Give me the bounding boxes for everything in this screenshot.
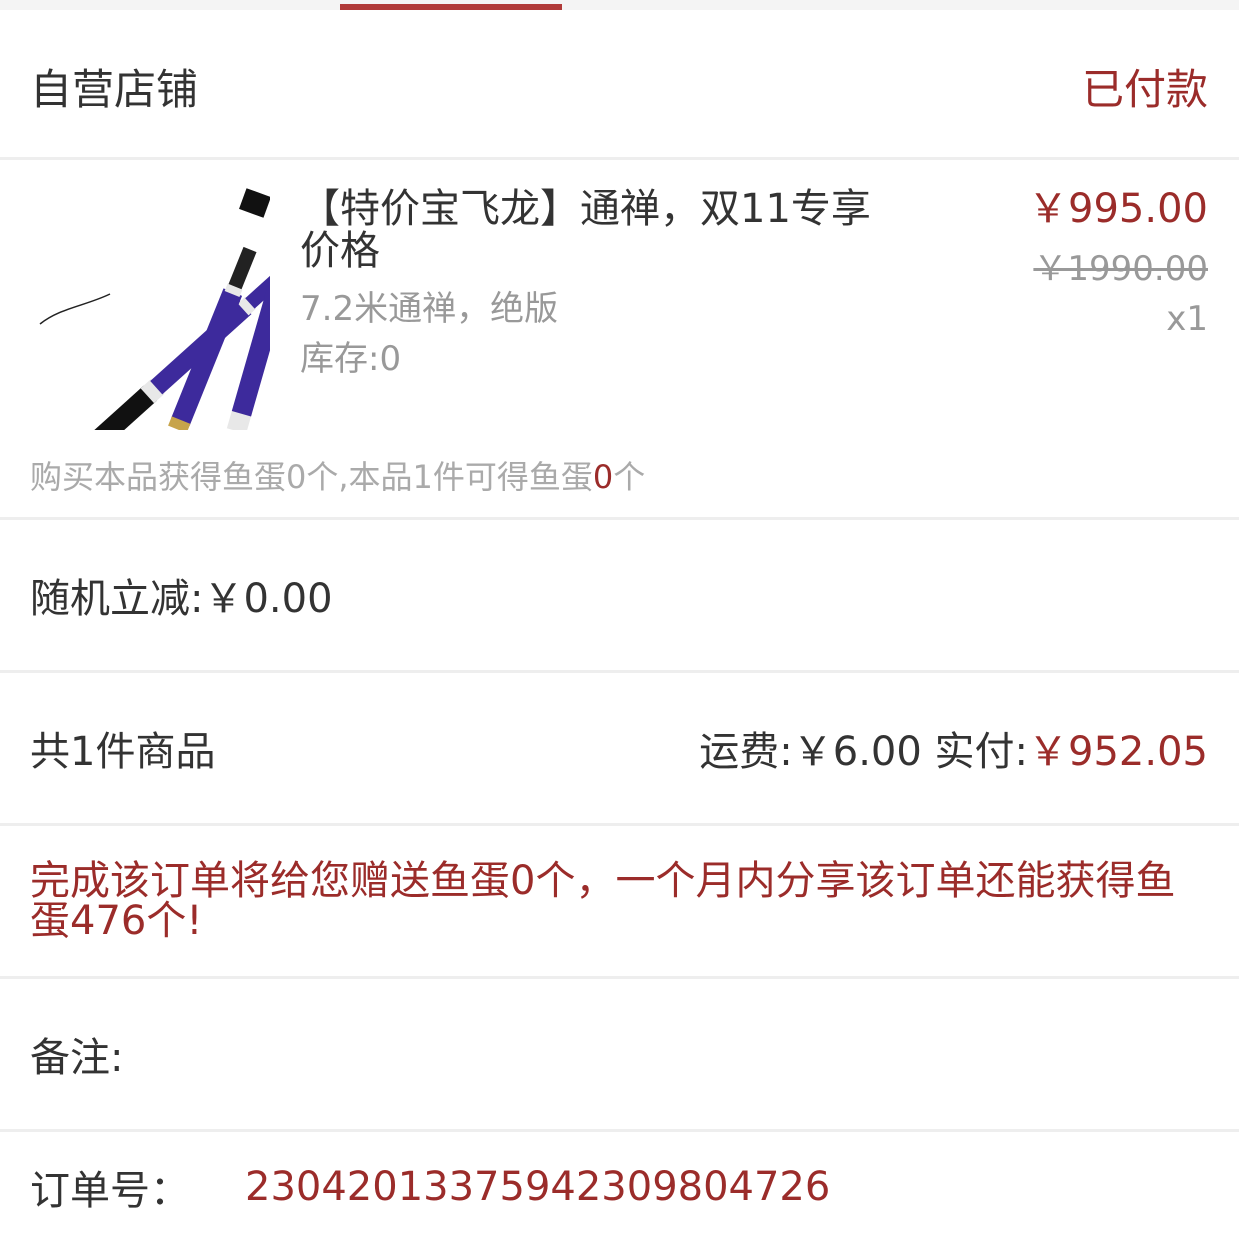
reward-note-suffix: 个: [613, 458, 646, 496]
order-number-label: 订单号：: [30, 1168, 190, 1214]
order-status: 已付款: [1081, 65, 1208, 114]
discount-value: ￥0.00: [203, 576, 333, 622]
remark-label: 备注:: [30, 1035, 124, 1081]
product-item[interactable]: 【特价宝飞龙】通禅，双11专享价格 7.2米通禅，绝版 库存:0 ￥995.00…: [0, 160, 1239, 517]
product-stock: 库存:0: [300, 339, 402, 379]
reward-note: 购买本品获得鱼蛋0个,本品1件可得鱼蛋0个: [30, 452, 645, 498]
product-price: ￥995.00: [1028, 186, 1208, 232]
fishing-rod-image: [39, 188, 293, 455]
order-number-value[interactable]: 23042013375942309804726: [245, 1164, 830, 1210]
reward-note-prefix: 购买本品获得鱼蛋0个,本品1件可得鱼蛋: [30, 458, 593, 496]
top-tab-strip: [0, 0, 1239, 10]
order-number-row: 订单号： 23042013375942309804726: [0, 1132, 1239, 1241]
shop-name[interactable]: 自营店铺: [30, 56, 198, 117]
product-info: 【特价宝飞龙】通禅，双11专享价格 7.2米通禅，绝版 库存:0: [300, 188, 900, 384]
original-price: ￥1990.00: [1033, 249, 1208, 289]
reward-count: 0: [592, 458, 614, 496]
random-discount-row: 随机立减: ￥0.00: [0, 520, 1239, 670]
order-summary-row: 共1件商品 运费:￥6.00 实付:￥952.05: [0, 673, 1239, 823]
product-title[interactable]: 【特价宝飞龙】通禅，双11专享价格: [300, 188, 900, 272]
shipping-value: ￥6.00: [792, 729, 922, 775]
promo-row: 完成该订单将给您赠送鱼蛋0个，一个月内分享该订单还能获得鱼蛋476个!: [0, 826, 1239, 976]
paid-label: 实付:: [934, 729, 1029, 775]
promo-text: 完成该订单将给您赠送鱼蛋0个，一个月内分享该订单还能获得鱼蛋476个!: [30, 858, 1176, 944]
item-count: 共1件商品: [30, 729, 216, 775]
paid-value: ￥952.05: [1028, 729, 1208, 775]
discount-label: 随机立减:: [30, 576, 204, 622]
remark-row: 备注:: [0, 979, 1239, 1129]
product-spec: 7.2米通禅，绝版: [300, 289, 559, 329]
payment-summary: 运费:￥6.00 实付:￥952.05: [699, 719, 1208, 777]
shop-header: 自营店铺 已付款: [0, 10, 1239, 157]
shipping-label: 运费:: [699, 729, 793, 775]
product-image[interactable]: [30, 188, 293, 455]
active-tab-indicator: [340, 4, 562, 10]
product-quantity: x1: [1166, 299, 1208, 339]
price-column: ￥995.00 ￥1990.00 x1: [1028, 188, 1208, 344]
